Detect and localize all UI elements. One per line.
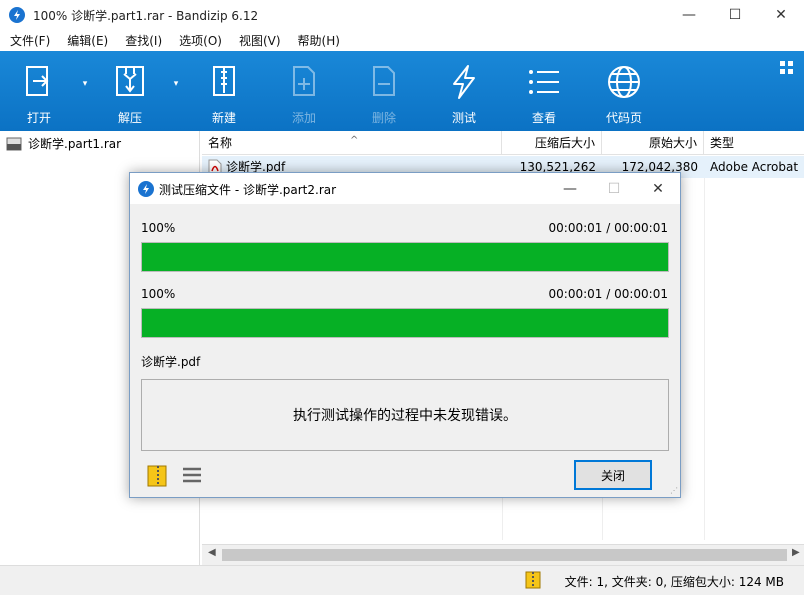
hamburger-menu-icon[interactable]: [182, 467, 202, 483]
view-label: 查看: [531, 111, 556, 125]
tree-item-archive[interactable]: 诊断学.part1.rar: [6, 135, 121, 152]
test-label: 测试: [451, 111, 476, 125]
open-button[interactable]: 打开: [4, 51, 74, 131]
dialog-title-bar: 测试压缩文件 - 诊断学.part2.rar — ☐ ✕: [130, 173, 680, 204]
open-folder-archive-icon[interactable]: [146, 463, 170, 487]
toolbar: 打开 ▾ 解压 ▾ 新建 添加 删除 测试 查看 代码页: [0, 51, 804, 131]
add-label: 添加: [291, 111, 316, 125]
dialog-maximize-button: ☐: [607, 180, 621, 197]
progress1-percent: 100%: [141, 221, 176, 235]
maximize-button[interactable]: ☐: [712, 0, 758, 30]
progress1-fill: [142, 243, 668, 271]
list-view-icon: [529, 70, 559, 94]
codepage-button[interactable]: 代码页: [589, 51, 659, 131]
delete-label: 删除: [371, 111, 396, 125]
delete-button[interactable]: 删除: [349, 51, 419, 131]
bandizip-logo-icon: [9, 7, 25, 23]
new-button[interactable]: 新建: [189, 51, 259, 131]
column-header-compressed[interactable]: 压缩后大小: [502, 131, 602, 155]
status-bar: 文件: 1, 文件夹: 0, 压缩包大小: 124 MB: [0, 565, 804, 595]
progress2-time: 00:00:01 / 00:00:01: [548, 287, 668, 301]
test-archive-dialog: 测试压缩文件 - 诊断学.part2.rar — ☐ ✕ 100% 00:00:…: [129, 172, 681, 498]
scroll-left-icon[interactable]: ◀: [208, 547, 216, 558]
file-type: Adobe Acrobat: [710, 160, 799, 174]
dialog-minimize-button[interactable]: —: [548, 173, 592, 204]
dialog-close-button[interactable]: ✕: [636, 173, 680, 204]
archive-status-icon: [525, 571, 541, 589]
dialog-title: 测试压缩文件 - 诊断学.part2.rar: [159, 183, 337, 197]
sort-ascending-icon: ^: [350, 135, 359, 146]
layout-grid-icon[interactable]: [780, 61, 794, 75]
menu-edit[interactable]: 编辑(E): [60, 32, 115, 49]
current-file-name: 诊断学.pdf: [141, 355, 201, 369]
add-file-icon: [293, 66, 315, 96]
scroll-right-icon[interactable]: ▶: [792, 547, 800, 558]
globe-icon: [608, 66, 640, 98]
open-dropdown-chevron-icon[interactable]: ▾: [79, 79, 91, 91]
extract-label: 解压: [117, 111, 142, 125]
close-window-button[interactable]: ✕: [758, 0, 804, 30]
add-button[interactable]: 添加: [269, 51, 339, 131]
codepage-label: 代码页: [605, 111, 642, 125]
menu-view[interactable]: 视图(V): [232, 32, 288, 49]
result-message-box: 执行测试操作的过程中未发现错误。: [141, 379, 669, 451]
extract-icon: [116, 66, 144, 96]
open-label: 打开: [26, 111, 51, 125]
open-archive-icon: [26, 66, 49, 96]
menu-bar: 文件(F) 编辑(E) 查找(I) 选项(O) 视图(V) 帮助(H): [0, 30, 804, 51]
column-name-label: 名称: [208, 136, 233, 150]
minimize-button[interactable]: —: [666, 0, 712, 30]
window-title: 100% 诊断学.part1.rar - Bandizip 6.12: [33, 8, 259, 23]
menu-help[interactable]: 帮助(H): [291, 32, 347, 49]
result-message: 执行测试操作的过程中未发现错误。: [293, 408, 517, 424]
column-header-name[interactable]: 名称 ^: [202, 131, 502, 155]
menu-file[interactable]: 文件(F): [3, 32, 57, 49]
progress1-bar: [141, 242, 669, 272]
status-text: 文件: 1, 文件夹: 0, 压缩包大小: 124 MB: [564, 575, 784, 589]
progress2-bar: [141, 308, 669, 338]
extract-button[interactable]: 解压: [95, 51, 165, 131]
title-bar: 100% 诊断学.part1.rar - Bandizip 6.12 — ☐ ✕: [0, 0, 804, 30]
progress2-fill: [142, 309, 668, 337]
scrollbar-thumb[interactable]: [222, 549, 787, 561]
horizontal-scrollbar[interactable]: ◀ ▶: [202, 544, 804, 565]
bandizip-logo-icon: [138, 181, 154, 197]
resize-grip-icon[interactable]: ⋰: [670, 486, 678, 495]
menu-options[interactable]: 选项(O): [172, 32, 229, 49]
column-header-original[interactable]: 原始大小: [602, 131, 704, 155]
new-archive-icon: [213, 66, 235, 96]
delete-file-icon: [373, 66, 395, 96]
rar-archive-icon: [6, 137, 22, 150]
menu-find[interactable]: 查找(I): [118, 32, 169, 49]
lightning-icon: [453, 65, 475, 99]
view-button[interactable]: 查看: [509, 51, 579, 131]
new-label: 新建: [211, 111, 236, 125]
progress1-time: 00:00:01 / 00:00:01: [548, 221, 668, 235]
column-header-type[interactable]: 类型: [704, 131, 804, 155]
test-button[interactable]: 测试: [429, 51, 499, 131]
close-button[interactable]: 关闭: [574, 460, 652, 490]
progress2-percent: 100%: [141, 287, 176, 301]
column-divider: [704, 178, 705, 540]
extract-dropdown-chevron-icon[interactable]: ▾: [170, 79, 182, 91]
tree-item-label: 诊断学.part1.rar: [28, 137, 122, 151]
